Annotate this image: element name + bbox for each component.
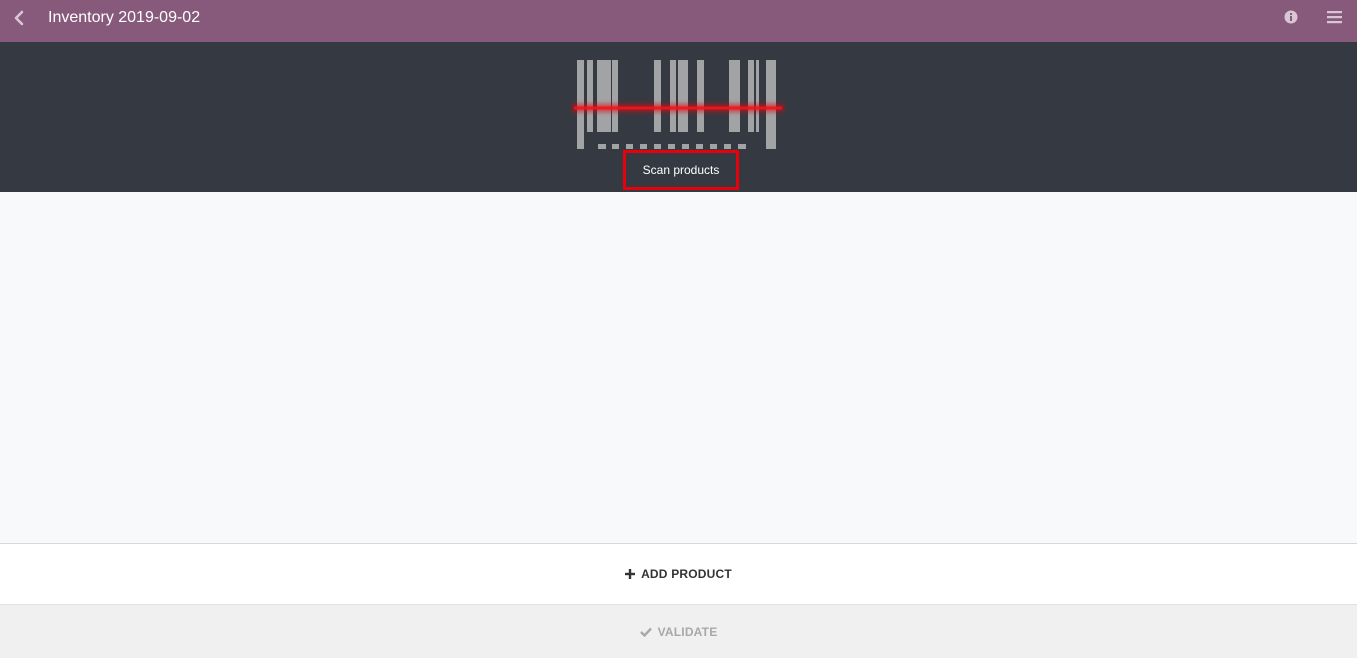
page-title: Inventory 2019-09-02 bbox=[48, 9, 201, 26]
info-button[interactable] bbox=[1284, 10, 1298, 24]
scan-instruction: Scan products bbox=[623, 150, 739, 190]
scan-panel: Scan products bbox=[0, 42, 1357, 192]
menu-button[interactable] bbox=[1327, 10, 1342, 24]
chevron-left-icon bbox=[14, 10, 24, 26]
add-product-label: ADD PRODUCT bbox=[641, 567, 732, 581]
validate-button[interactable]: VALIDATE bbox=[0, 604, 1357, 658]
info-circle-icon bbox=[1284, 10, 1298, 24]
back-button[interactable] bbox=[10, 8, 28, 28]
plus-icon bbox=[625, 569, 636, 579]
validate-label: VALIDATE bbox=[657, 624, 718, 639]
check-icon bbox=[639, 627, 652, 637]
top-navbar: Inventory 2019-09-02 bbox=[0, 0, 1357, 42]
add-product-button[interactable]: ADD PRODUCT bbox=[0, 543, 1357, 604]
barcode-icon bbox=[572, 60, 784, 149]
hamburger-menu-icon bbox=[1327, 11, 1342, 24]
scanned-lines-area bbox=[0, 192, 1357, 543]
